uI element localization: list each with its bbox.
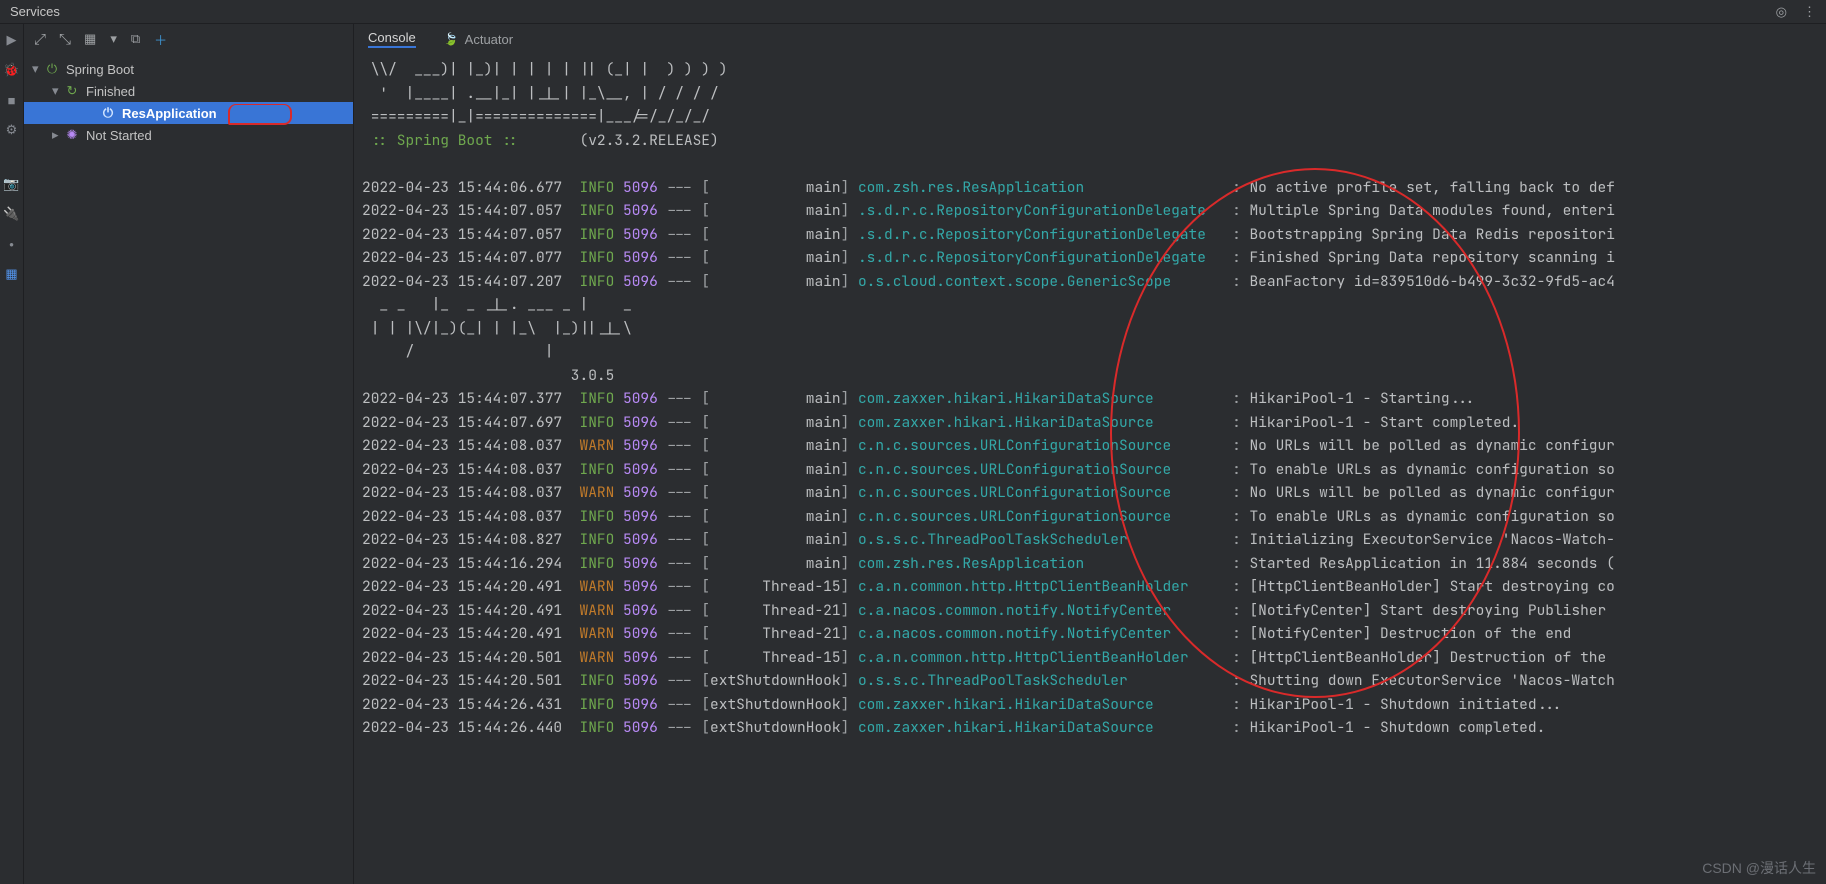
tab-console[interactable]: Console: [368, 30, 416, 48]
run-icon[interactable]: ▶: [4, 32, 20, 48]
tree-node-finished[interactable]: ▾ ↻ Finished: [24, 80, 353, 102]
tree-toolbar: ⤢ ⤡ ▦ ▾ ⧉ ＋: [24, 24, 353, 54]
dot-icon[interactable]: •: [4, 236, 20, 252]
panel-title: Services: [10, 4, 60, 19]
power-icon: ⏻: [100, 105, 116, 121]
tab-label: Actuator: [465, 32, 513, 47]
spring-leaf-icon: 🍃: [444, 32, 459, 46]
console-panel: Console 🍃 Actuator \\/ ___)| |_)| | | | …: [353, 24, 1826, 884]
gutter-toolbar: ▶ 🐞 ■ ⚙ 📷 🔌 • ▦: [0, 24, 24, 884]
settings-gear-icon[interactable]: ⚙: [4, 122, 20, 138]
refresh-icon: ↻: [64, 83, 80, 99]
new-window-icon[interactable]: ⧉: [131, 31, 140, 47]
chevron-right-icon: ▸: [52, 127, 64, 143]
chevron-down-icon: ▾: [52, 83, 64, 99]
services-tree-panel: ⤢ ⤡ ▦ ▾ ⧉ ＋ ▾ ⏻ Spring Boot ▾ ↻ Finished…: [24, 24, 353, 884]
panel-title-bar: Services ◎ ⋮: [0, 0, 1826, 24]
debug-icon[interactable]: 🐞: [4, 62, 20, 78]
grid-icon[interactable]: ▦: [4, 266, 20, 282]
layout-icon[interactable]: ▦: [84, 31, 96, 47]
run-config-tree[interactable]: ▾ ⏻ Spring Boot ▾ ↻ Finished ⏻ ResApplic…: [24, 54, 353, 884]
stop-icon[interactable]: ■: [4, 92, 20, 108]
gear-icon: ✺: [64, 127, 80, 143]
tree-label: Spring Boot: [66, 62, 134, 77]
tree-label: Not Started: [86, 128, 152, 143]
filter-icon[interactable]: ▾: [110, 31, 117, 47]
more-icon[interactable]: ⋮: [1803, 4, 1816, 20]
tree-node-spring-boot[interactable]: ▾ ⏻ Spring Boot: [24, 58, 353, 80]
expand-in-icon[interactable]: ⤢: [34, 31, 45, 48]
tab-actuator[interactable]: 🍃 Actuator: [444, 32, 513, 47]
tree-label: ResApplication: [122, 106, 217, 121]
spring-boot-icon: ⏻: [44, 61, 60, 77]
tree-node-not-started[interactable]: ▸ ✺ Not Started: [24, 124, 353, 146]
console-output[interactable]: \\/ ___)| |_)| | | | | || (_| | ) ) ) ) …: [354, 54, 1826, 884]
tree-node-res-application[interactable]: ⏻ ResApplication: [24, 102, 353, 124]
collapse-in-icon[interactable]: ⤡: [59, 31, 70, 48]
add-icon[interactable]: ＋: [154, 30, 167, 49]
watermark-text: CSDN @漫话人生: [1702, 858, 1816, 878]
camera-icon[interactable]: 📷: [4, 176, 20, 192]
chevron-down-icon: ▾: [32, 61, 44, 77]
tree-label: Finished: [86, 84, 135, 99]
target-icon[interactable]: ◎: [1776, 4, 1787, 20]
plug-icon[interactable]: 🔌: [4, 206, 20, 222]
console-tabs: Console 🍃 Actuator: [354, 24, 1826, 54]
